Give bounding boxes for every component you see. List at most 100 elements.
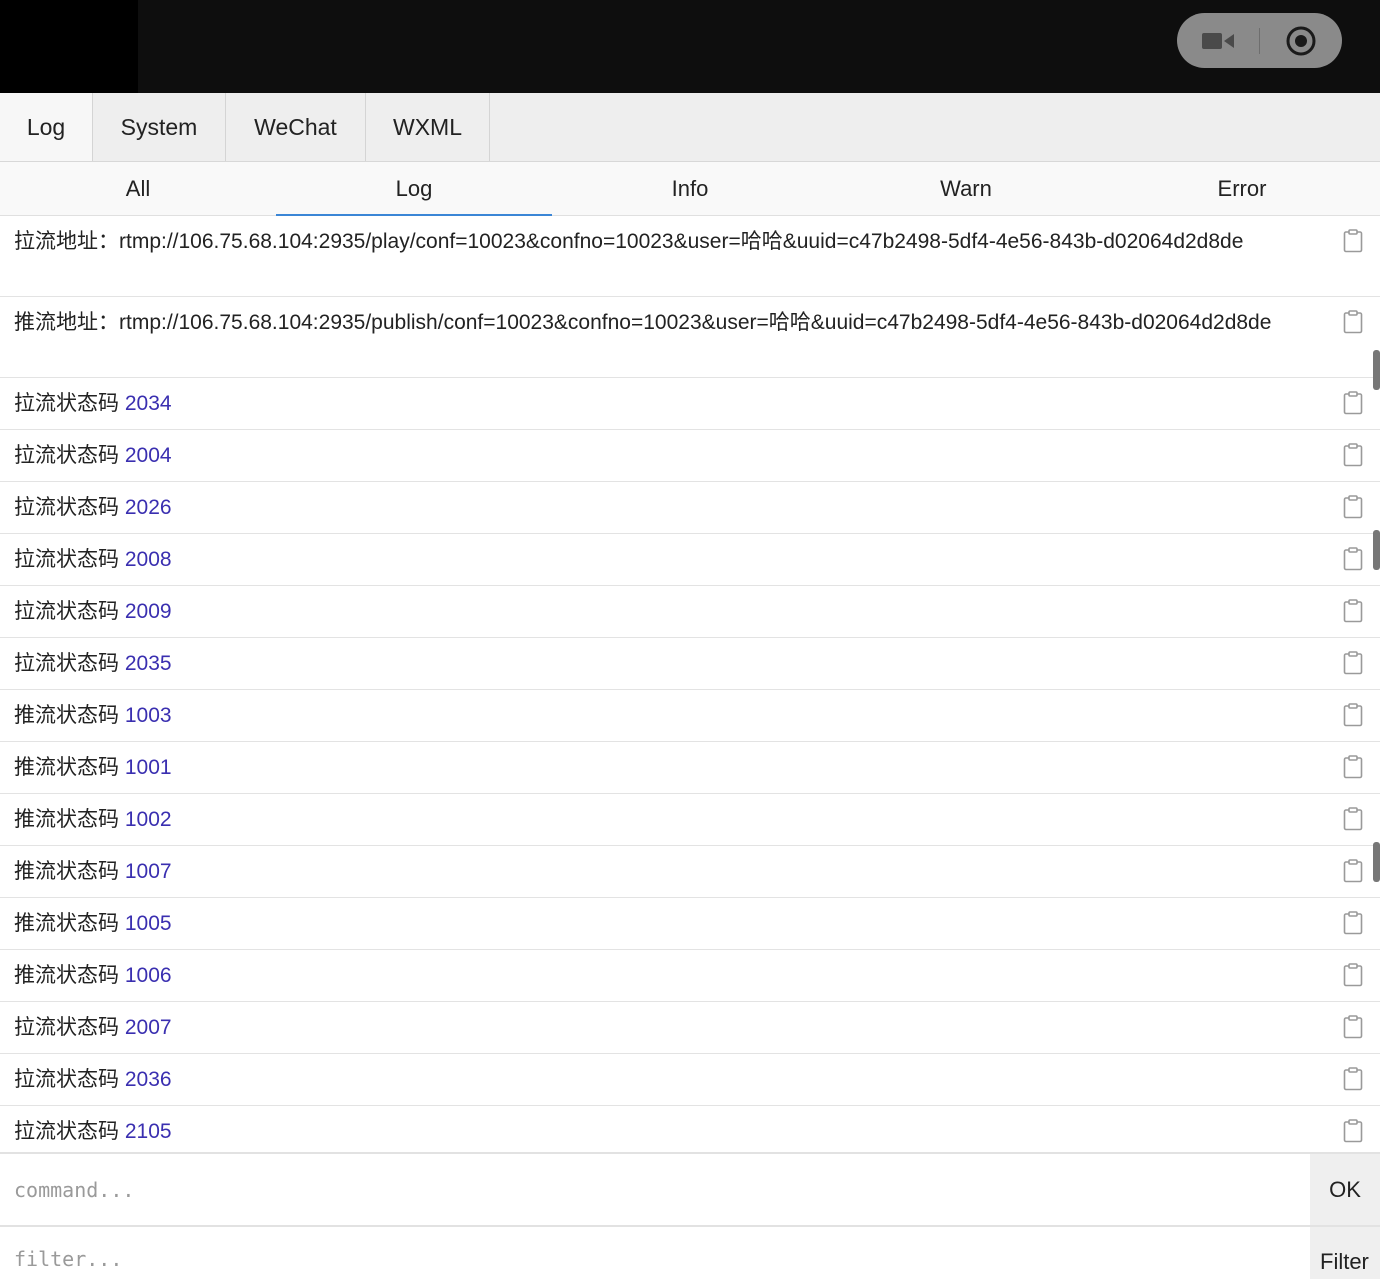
log-status-code: 1002	[124, 808, 172, 831]
tab-log[interactable]: Log	[0, 93, 93, 161]
level-tab-log[interactable]: Log	[276, 162, 552, 216]
log-row: 拉流状态码 2007	[0, 1002, 1380, 1054]
clipboard-icon[interactable]	[1343, 859, 1363, 883]
log-status-code: 2007	[124, 1016, 172, 1039]
log-row: 推流状态码 1005	[0, 898, 1380, 950]
log-status-code: 1006	[124, 964, 172, 987]
log-label: 推流状态码	[14, 860, 125, 883]
log-row: 拉流状态码 2035	[0, 638, 1380, 690]
log-status-code: 2026	[124, 496, 172, 519]
log-text: 推流状态码 1005	[14, 912, 172, 935]
log-label: 拉流状态码	[14, 1016, 125, 1039]
clipboard-icon[interactable]	[1343, 1119, 1363, 1143]
main-tab-bar: Log System WeChat WXML	[0, 93, 1380, 162]
log-status-code: 2035	[124, 652, 172, 675]
filter-input[interactable]	[14, 1243, 1294, 1275]
log-row: 推流地址：rtmp://106.75.68.104:2935/publish/c…	[0, 297, 1380, 378]
log-url: rtmp://106.75.68.104:2935/play/conf=1002…	[119, 230, 1244, 253]
log-text: 拉流状态码 2007	[14, 1016, 172, 1039]
clipboard-icon[interactable]	[1343, 495, 1363, 519]
log-text: 拉流地址：rtmp://106.75.68.104:2935/play/conf…	[14, 230, 1243, 253]
scrollbar-thumb[interactable]	[1373, 530, 1380, 570]
log-row: 推流状态码 1001	[0, 742, 1380, 794]
log-row: 推流状态码 1007	[0, 846, 1380, 898]
log-text: 推流状态码 1006	[14, 964, 172, 987]
log-label: 推流地址：	[14, 311, 119, 334]
clipboard-icon[interactable]	[1343, 391, 1363, 415]
log-text: 推流地址：rtmp://106.75.68.104:2935/publish/c…	[14, 311, 1271, 334]
log-list[interactable]: 拉流地址：rtmp://106.75.68.104:2935/play/conf…	[0, 216, 1380, 1152]
log-url: rtmp://106.75.68.104:2935/publish/conf=1…	[119, 311, 1272, 334]
log-label: 推流状态码	[14, 808, 125, 831]
clipboard-icon[interactable]	[1343, 599, 1363, 623]
tab-system[interactable]: System	[93, 93, 226, 161]
clipboard-icon[interactable]	[1343, 547, 1363, 571]
top-bar	[0, 0, 1380, 93]
log-row: 拉流状态码 2009	[0, 586, 1380, 638]
log-row: 拉流状态码 2008	[0, 534, 1380, 586]
log-text: 推流状态码 1001	[14, 756, 172, 779]
clipboard-icon[interactable]	[1343, 807, 1363, 831]
log-label: 拉流状态码	[14, 392, 125, 415]
log-status-code: 1001	[124, 756, 172, 779]
record-button[interactable]	[1260, 13, 1342, 68]
log-label: 拉流状态码	[14, 652, 125, 675]
top-left-panel	[0, 0, 138, 93]
clipboard-icon[interactable]	[1343, 443, 1363, 467]
clipboard-icon[interactable]	[1343, 1015, 1363, 1039]
scrollbar-thumb[interactable]	[1373, 350, 1380, 390]
tab-wechat[interactable]: WeChat	[226, 93, 366, 161]
clipboard-icon[interactable]	[1343, 963, 1363, 987]
log-label: 推流状态码	[14, 912, 125, 935]
level-tab-all[interactable]: All	[0, 162, 276, 215]
log-text: 拉流状态码 2035	[14, 652, 172, 675]
log-text: 拉流状态码 2004	[14, 444, 172, 467]
level-tab-info[interactable]: Info	[552, 162, 828, 215]
log-row: 拉流状态码 2026	[0, 482, 1380, 534]
log-status-code: 1007	[124, 860, 172, 883]
log-label: 拉流状态码	[14, 444, 125, 467]
log-row: 推流状态码 1003	[0, 690, 1380, 742]
log-row: 拉流状态码 2004	[0, 430, 1380, 482]
clipboard-icon[interactable]	[1343, 703, 1363, 727]
ok-button[interactable]: OK	[1310, 1154, 1380, 1225]
mini-program-capsule	[1177, 13, 1342, 68]
log-status-code: 2105	[124, 1120, 172, 1143]
log-row: 拉流状态码 2105	[0, 1106, 1380, 1152]
log-text: 拉流状态码 2009	[14, 600, 172, 623]
log-status-code: 2008	[124, 548, 172, 571]
log-status-code: 1003	[124, 704, 172, 727]
log-label: 拉流状态码	[14, 548, 125, 571]
clipboard-icon[interactable]	[1343, 1067, 1363, 1091]
video-camera-icon	[1202, 32, 1234, 49]
log-text: 拉流状态码 2008	[14, 548, 172, 571]
command-input[interactable]	[14, 1174, 1294, 1206]
log-status-code: 1005	[124, 912, 172, 935]
log-status-code: 2034	[124, 392, 172, 415]
log-status-code: 2009	[124, 600, 172, 623]
tab-wxml[interactable]: WXML	[366, 93, 490, 161]
log-row: 推流状态码 1006	[0, 950, 1380, 1002]
clipboard-icon[interactable]	[1343, 651, 1363, 675]
level-tab-warn[interactable]: Warn	[828, 162, 1104, 215]
level-tab-error[interactable]: Error	[1104, 162, 1380, 215]
clipboard-icon[interactable]	[1343, 229, 1363, 253]
filter-bar: Filter	[0, 1225, 1380, 1279]
scrollbar-thumb[interactable]	[1373, 842, 1380, 882]
log-text: 推流状态码 1007	[14, 860, 172, 883]
clipboard-icon[interactable]	[1343, 755, 1363, 779]
clipboard-icon[interactable]	[1343, 310, 1363, 334]
level-tab-bar: All Log Info Warn Error	[0, 162, 1380, 216]
log-row: 拉流状态码 2034	[0, 378, 1380, 430]
clipboard-icon[interactable]	[1343, 911, 1363, 935]
video-camera-button[interactable]	[1177, 13, 1259, 68]
record-target-icon	[1286, 26, 1316, 55]
log-label: 推流状态码	[14, 756, 125, 779]
log-text: 拉流状态码 2105	[14, 1120, 172, 1143]
log-text: 推流状态码 1002	[14, 808, 172, 831]
log-row: 拉流地址：rtmp://106.75.68.104:2935/play/conf…	[0, 216, 1380, 297]
filter-button[interactable]: Filter	[1310, 1227, 1380, 1279]
log-label: 拉流状态码	[14, 1068, 125, 1091]
log-text: 拉流状态码 2036	[14, 1068, 172, 1091]
command-bar: OK	[0, 1152, 1380, 1225]
